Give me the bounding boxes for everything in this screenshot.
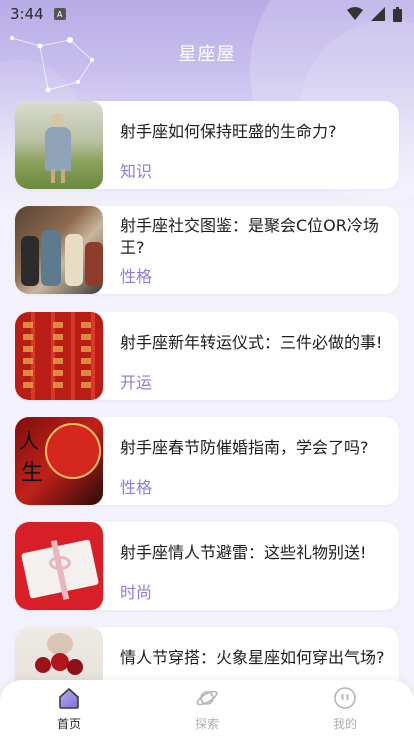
article-title: 射手座如何保持旺盛的生命力?: [120, 122, 337, 141]
red-couplets-photo: [15, 311, 103, 400]
battery-icon: [393, 6, 402, 22]
page-title: 星座屋: [178, 44, 236, 65]
tab-label: 我的: [332, 716, 357, 731]
signal-icon: [371, 7, 385, 21]
status-bar: 3:44 A: [0, 0, 414, 28]
article-tag: 性格: [120, 267, 153, 287]
article-list: 射手座如何保持旺盛的生命力? 知识 射手座社交图鉴：是聚会C位OR冷场王? 性格…: [15, 101, 399, 733]
article-card[interactable]: 射手座情人节避雷：这些礼物别送! 时尚: [15, 522, 399, 611]
tab-home[interactable]: 首页: [29, 685, 109, 732]
party-photo: [15, 206, 103, 295]
tab-label: 探索: [194, 716, 219, 731]
article-card[interactable]: 射手座社交图鉴：是聚会C位OR冷场王? 性格: [15, 206, 399, 295]
woman-field-photo: [15, 101, 103, 189]
status-time: 3:44: [10, 5, 44, 23]
article-title: 射手座情人节避雷：这些礼物别送!: [120, 543, 367, 563]
red-lantern-photo: 人 生: [15, 416, 103, 505]
article-title: 射手座新年转运仪式：三件必做的事!: [120, 332, 383, 352]
article-card[interactable]: 人 生 射手座春节防催婚指南，学会了吗? 性格: [15, 416, 399, 505]
article-tag: 时尚: [120, 583, 153, 603]
wifi-icon: [347, 7, 363, 20]
article-title: 射手座社交图鉴：是聚会C位OR冷场王?: [120, 216, 379, 258]
article-tag: 性格: [120, 477, 153, 497]
article-card[interactable]: 射手座如何保持旺盛的生命力? 知识: [15, 101, 399, 189]
article-title: 情人节穿搭：火象星座如何穿出气场?: [120, 648, 385, 668]
profile-icon: [332, 685, 358, 711]
article-title: 射手座春节防催婚指南，学会了吗?: [120, 437, 369, 457]
article-tag: 知识: [120, 162, 153, 181]
tab-label: 首页: [56, 716, 81, 731]
article-card[interactable]: 射手座新年转运仪式：三件必做的事! 开运: [15, 311, 399, 400]
gift-box-photo: [15, 522, 103, 611]
planet-icon: [194, 685, 220, 711]
article-tag: 开运: [120, 372, 153, 392]
tab-explore[interactable]: 探索: [167, 685, 247, 732]
home-icon: [56, 685, 82, 711]
notification-icon: A: [53, 8, 66, 20]
bottom-tab-bar: 首页 探索 我的: [0, 680, 414, 736]
tab-profile[interactable]: 我的: [305, 685, 385, 732]
